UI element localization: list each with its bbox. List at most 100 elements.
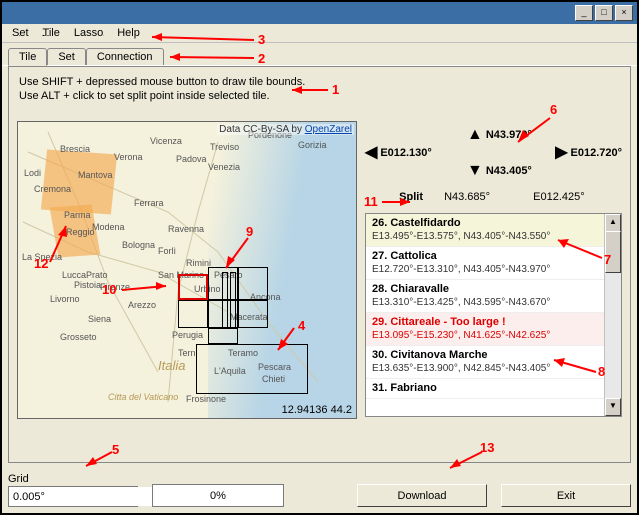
city-pistoia: Pistoia bbox=[74, 280, 101, 290]
city-venezia: Venezia bbox=[208, 162, 240, 172]
arrow-up-icon: ▲ bbox=[467, 129, 483, 141]
city-lucca: Lucca bbox=[62, 270, 86, 280]
list-item-title: 31. Fabriano bbox=[372, 382, 599, 394]
list-item-title: 30. Civitanova Marche bbox=[372, 349, 599, 361]
map-attribution: Data CC-By-SA by OpenZarel bbox=[217, 124, 354, 135]
hint-line1: Use SHIFT + depressed mouse button to dr… bbox=[19, 75, 620, 89]
city-verona: Verona bbox=[114, 152, 143, 162]
tab-set[interactable]: Set bbox=[47, 48, 86, 65]
close-button[interactable]: × bbox=[615, 5, 633, 21]
arrow-right-icon: ▶ bbox=[555, 147, 567, 159]
split-label: Split bbox=[365, 191, 423, 203]
titlebar: _ □ × bbox=[2, 2, 637, 24]
city-arezzo: Arezzo bbox=[128, 300, 156, 310]
city-gorizia: Gorizia bbox=[298, 140, 327, 150]
city-forli: Forlì bbox=[158, 246, 176, 256]
extent-nav: ◀E012.130° ▲N43.970° ▼N43.405° ▶E012.720… bbox=[365, 121, 622, 189]
scroll-thumb[interactable] bbox=[605, 231, 621, 273]
list-item[interactable]: 29. Cittareale - Too large ! E13.095°-E15… bbox=[366, 313, 605, 346]
city-ferrara: Ferrara bbox=[134, 198, 164, 208]
menu-help[interactable]: Help bbox=[111, 26, 146, 40]
exit-button[interactable]: Exit bbox=[501, 484, 631, 507]
tile[interactable] bbox=[208, 328, 238, 344]
download-button[interactable]: Download bbox=[357, 484, 487, 507]
list-item[interactable]: 27. Cattolica E12.720°-E13.310°, N43.405°… bbox=[366, 247, 605, 280]
list-item-title: 29. Cittareale - Too large ! bbox=[372, 316, 599, 328]
city-vicenza: Vicenza bbox=[150, 136, 182, 146]
city-cremona: Cremona bbox=[34, 184, 71, 194]
list-item[interactable]: 28. Chiaravalle E13.310°-E13.425°, N43.59… bbox=[366, 280, 605, 313]
tile[interactable] bbox=[178, 300, 208, 328]
city-perugia: Perugia bbox=[172, 330, 203, 340]
tile[interactable] bbox=[238, 267, 268, 300]
extent-north[interactable]: ▲N43.970° bbox=[467, 129, 532, 141]
maximize-button[interactable]: □ bbox=[595, 5, 613, 21]
city-firenze: Firenze bbox=[100, 282, 130, 292]
city-modena: Modena bbox=[92, 222, 125, 232]
app-window: _ □ × Set Tile Lasso Help Tile Set Conne… bbox=[0, 0, 639, 515]
bottom-bar: Grid ▼ 0% Download Exit bbox=[8, 467, 631, 507]
menubar: Set Tile Lasso Help bbox=[2, 24, 637, 43]
map[interactable]: Brescia Vicenza Treviso Verona Venezia L… bbox=[17, 121, 357, 419]
city-livorno: Livorno bbox=[50, 294, 80, 304]
right-pane: ◀E012.130° ▲N43.970° ▼N43.405° ▶E012.720… bbox=[365, 121, 622, 417]
tabstrip: Tile Set Connection bbox=[2, 43, 637, 66]
city-prato: Prato bbox=[86, 270, 108, 280]
tab-connection[interactable]: Connection bbox=[86, 48, 164, 65]
tile-large[interactable] bbox=[196, 344, 308, 394]
city-reggio: Reggio bbox=[66, 227, 95, 237]
scrollbar[interactable]: ▲ ▼ bbox=[604, 214, 621, 416]
menu-set[interactable]: Set bbox=[6, 26, 35, 40]
split-lat: N43.685° bbox=[444, 191, 512, 203]
city-terni: Terni bbox=[178, 348, 198, 358]
city-frosinone: Frosinone bbox=[186, 394, 226, 404]
city-ravenna: Ravenna bbox=[168, 224, 204, 234]
list-item[interactable]: 30. Civitanova Marche E13.635°-E13.900°, … bbox=[366, 346, 605, 379]
grid-label: Grid bbox=[8, 473, 138, 485]
hint-line2: Use ALT + click to set split point insid… bbox=[19, 89, 620, 103]
label-vaticano: Citta del Vaticano bbox=[108, 392, 178, 402]
grid-combo[interactable]: ▼ bbox=[8, 486, 138, 507]
city-treviso: Treviso bbox=[210, 142, 239, 152]
tile-selected[interactable] bbox=[178, 274, 208, 300]
list-item[interactable]: 31. Fabriano bbox=[366, 379, 605, 399]
list-item-coords: E13.635°-E13.900°, N42.845°-N43.405° bbox=[372, 363, 599, 374]
city-laspezia: La Spezia bbox=[22, 252, 62, 262]
scroll-down-icon[interactable]: ▼ bbox=[605, 398, 621, 416]
label-italia: Italia bbox=[158, 358, 185, 373]
scroll-up-icon[interactable]: ▲ bbox=[605, 214, 621, 232]
arrow-left-icon: ◀ bbox=[365, 147, 377, 159]
minimize-button[interactable]: _ bbox=[575, 5, 593, 21]
tab-tile[interactable]: Tile bbox=[8, 48, 47, 66]
tile[interactable] bbox=[222, 272, 228, 328]
city-mantova: Mantova bbox=[78, 170, 113, 180]
split-lon: E012.425° bbox=[533, 191, 601, 203]
mouse-coords: 12.94136 44.2 bbox=[282, 404, 352, 416]
menu-lasso[interactable]: Lasso bbox=[68, 26, 109, 40]
tile[interactable] bbox=[230, 272, 236, 328]
city-lodi: Lodi bbox=[24, 168, 41, 178]
city-parma: Parma bbox=[64, 210, 91, 220]
list-item-coords: E12.720°-E13.310°, N43.405°-N43.970° bbox=[372, 264, 599, 275]
extent-west[interactable]: ◀E012.130° bbox=[365, 147, 432, 159]
city-padova: Padova bbox=[176, 154, 207, 164]
extent-south[interactable]: ▼N43.405° bbox=[467, 165, 532, 177]
tiles-list: 26. CastelfidardoE13.495°-E13.575°, N43.… bbox=[365, 213, 622, 417]
arrow-down-icon: ▼ bbox=[467, 165, 483, 177]
city-brescia: Brescia bbox=[60, 144, 90, 154]
list-item-coords: E13.095°-E15.230°, N41.625°-N42.625° bbox=[372, 330, 599, 341]
menu-tile[interactable]: Tile bbox=[37, 26, 66, 40]
list-item-title: 26. Castelfidardo bbox=[372, 217, 599, 229]
extent-east[interactable]: ▶E012.720° bbox=[555, 147, 622, 159]
list-item[interactable]: 26. CastelfidardoE13.495°-E13.575°, N43.… bbox=[366, 214, 605, 247]
list-item-title: 28. Chiaravalle bbox=[372, 283, 599, 295]
tile[interactable] bbox=[238, 300, 268, 328]
list-item-coords: E13.310°-E13.425°, N43.595°-N43.670° bbox=[372, 297, 599, 308]
list-item-title: 27. Cattolica bbox=[372, 250, 599, 262]
grid-input[interactable] bbox=[9, 487, 159, 506]
city-grosseto: Grosseto bbox=[60, 332, 97, 342]
split-row: Split N43.685° E012.425° bbox=[365, 191, 622, 209]
progress-bar: 0% bbox=[152, 484, 284, 507]
content-panel: Use SHIFT + depressed mouse button to dr… bbox=[8, 66, 631, 463]
attribution-link[interactable]: OpenZarel bbox=[305, 124, 352, 135]
